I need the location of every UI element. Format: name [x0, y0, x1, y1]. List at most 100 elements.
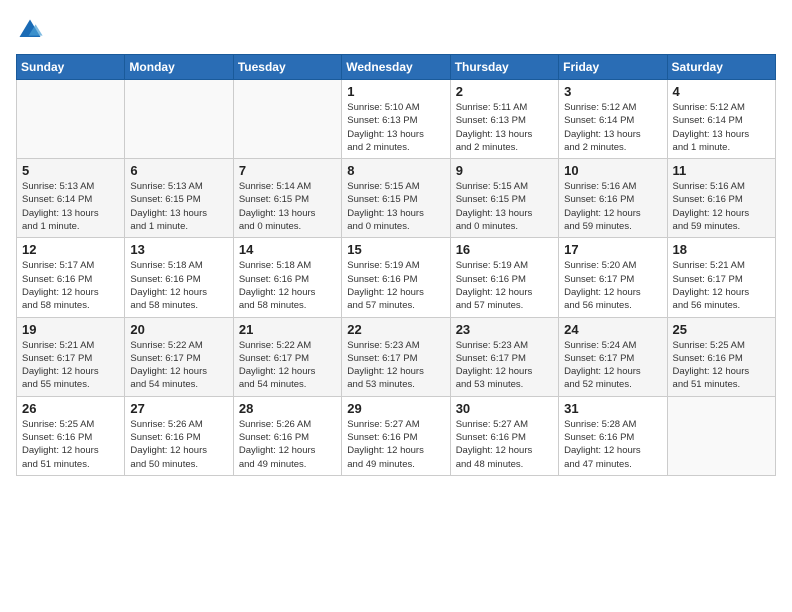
day-number: 15 — [347, 242, 444, 257]
calendar-week-row-2: 5 Sunrise: 5:13 AMSunset: 6:14 PMDaylight… — [17, 159, 776, 238]
day-info: Sunrise: 5:25 AMSunset: 6:16 PMDaylight:… — [22, 418, 119, 471]
weekday-header-tuesday: Tuesday — [233, 55, 341, 80]
calendar-cell: 22 Sunrise: 5:23 AMSunset: 6:17 PMDayligh… — [342, 317, 450, 396]
calendar-table: SundayMondayTuesdayWednesdayThursdayFrid… — [16, 54, 776, 476]
calendar-cell: 4 Sunrise: 5:12 AMSunset: 6:14 PMDaylight… — [667, 80, 775, 159]
calendar-cell: 9 Sunrise: 5:15 AMSunset: 6:15 PMDaylight… — [450, 159, 558, 238]
day-info: Sunrise: 5:16 AMSunset: 6:16 PMDaylight:… — [673, 180, 770, 233]
day-info: Sunrise: 5:23 AMSunset: 6:17 PMDaylight:… — [347, 339, 444, 392]
calendar-cell: 29 Sunrise: 5:27 AMSunset: 6:16 PMDayligh… — [342, 396, 450, 475]
logo — [16, 16, 48, 44]
day-info: Sunrise: 5:18 AMSunset: 6:16 PMDaylight:… — [239, 259, 336, 312]
calendar-cell: 25Sunrise: 5:25 AMSunset: 6:16 PMDayligh… — [667, 317, 775, 396]
day-info: Sunrise: 5:17 AMSunset: 6:16 PMDaylight:… — [22, 259, 119, 312]
day-info: Sunrise: 5:22 AMSunset: 6:17 PMDaylight:… — [130, 339, 227, 392]
calendar-cell — [125, 80, 233, 159]
calendar-week-row-3: 12 Sunrise: 5:17 AMSunset: 6:16 PMDayligh… — [17, 238, 776, 317]
calendar-cell: 21 Sunrise: 5:22 AMSunset: 6:17 PMDayligh… — [233, 317, 341, 396]
day-number: 9 — [456, 163, 553, 178]
calendar-cell: 18 Sunrise: 5:21 AMSunset: 6:17 PMDayligh… — [667, 238, 775, 317]
calendar-week-row-5: 26 Sunrise: 5:25 AMSunset: 6:16 PMDayligh… — [17, 396, 776, 475]
day-info: Sunrise: 5:14 AMSunset: 6:15 PMDaylight:… — [239, 180, 336, 233]
calendar-cell: 24 Sunrise: 5:24 AMSunset: 6:17 PMDayligh… — [559, 317, 667, 396]
calendar-cell: 15 Sunrise: 5:19 AMSunset: 6:16 PMDayligh… — [342, 238, 450, 317]
calendar-cell: 14 Sunrise: 5:18 AMSunset: 6:16 PMDayligh… — [233, 238, 341, 317]
day-info: Sunrise: 5:15 AMSunset: 6:15 PMDaylight:… — [456, 180, 553, 233]
calendar-cell: 17 Sunrise: 5:20 AMSunset: 6:17 PMDayligh… — [559, 238, 667, 317]
day-number: 17 — [564, 242, 661, 257]
weekday-header-row: SundayMondayTuesdayWednesdayThursdayFrid… — [17, 55, 776, 80]
day-number: 1 — [347, 84, 444, 99]
day-number: 28 — [239, 401, 336, 416]
day-info: Sunrise: 5:26 AMSunset: 6:16 PMDaylight:… — [130, 418, 227, 471]
day-number: 26 — [22, 401, 119, 416]
day-number: 31 — [564, 401, 661, 416]
day-info: Sunrise: 5:13 AMSunset: 6:14 PMDaylight:… — [22, 180, 119, 233]
day-number: 16 — [456, 242, 553, 257]
calendar-cell: 7 Sunrise: 5:14 AMSunset: 6:15 PMDaylight… — [233, 159, 341, 238]
calendar-cell: 12 Sunrise: 5:17 AMSunset: 6:16 PMDayligh… — [17, 238, 125, 317]
day-number: 21 — [239, 322, 336, 337]
weekday-header-thursday: Thursday — [450, 55, 558, 80]
calendar-cell: 28 Sunrise: 5:26 AMSunset: 6:16 PMDayligh… — [233, 396, 341, 475]
day-info: Sunrise: 5:26 AMSunset: 6:16 PMDaylight:… — [239, 418, 336, 471]
day-number: 23 — [456, 322, 553, 337]
day-info: Sunrise: 5:21 AMSunset: 6:17 PMDaylight:… — [22, 339, 119, 392]
day-info: Sunrise: 5:27 AMSunset: 6:16 PMDaylight:… — [456, 418, 553, 471]
day-info: Sunrise: 5:19 AMSunset: 6:16 PMDaylight:… — [347, 259, 444, 312]
calendar-cell: 5 Sunrise: 5:13 AMSunset: 6:14 PMDaylight… — [17, 159, 125, 238]
weekday-header-sunday: Sunday — [17, 55, 125, 80]
calendar-cell: 19 Sunrise: 5:21 AMSunset: 6:17 PMDayligh… — [17, 317, 125, 396]
calendar-cell: 10Sunrise: 5:16 AMSunset: 6:16 PMDayligh… — [559, 159, 667, 238]
day-number: 8 — [347, 163, 444, 178]
day-number: 24 — [564, 322, 661, 337]
day-info: Sunrise: 5:24 AMSunset: 6:17 PMDaylight:… — [564, 339, 661, 392]
day-info: Sunrise: 5:12 AMSunset: 6:14 PMDaylight:… — [673, 101, 770, 154]
day-number: 20 — [130, 322, 227, 337]
day-info: Sunrise: 5:12 AMSunset: 6:14 PMDaylight:… — [564, 101, 661, 154]
logo-icon — [16, 16, 44, 44]
day-number: 12 — [22, 242, 119, 257]
calendar-cell: 27Sunrise: 5:26 AMSunset: 6:16 PMDayligh… — [125, 396, 233, 475]
page-header — [16, 16, 776, 44]
calendar-cell: 13 Sunrise: 5:18 AMSunset: 6:16 PMDayligh… — [125, 238, 233, 317]
day-info: Sunrise: 5:15 AMSunset: 6:15 PMDaylight:… — [347, 180, 444, 233]
day-number: 6 — [130, 163, 227, 178]
day-number: 30 — [456, 401, 553, 416]
calendar-cell: 1Sunrise: 5:10 AMSunset: 6:13 PMDaylight… — [342, 80, 450, 159]
day-info: Sunrise: 5:22 AMSunset: 6:17 PMDaylight:… — [239, 339, 336, 392]
calendar-week-row-1: 1Sunrise: 5:10 AMSunset: 6:13 PMDaylight… — [17, 80, 776, 159]
calendar-cell: 26 Sunrise: 5:25 AMSunset: 6:16 PMDayligh… — [17, 396, 125, 475]
day-info: Sunrise: 5:27 AMSunset: 6:16 PMDaylight:… — [347, 418, 444, 471]
day-number: 13 — [130, 242, 227, 257]
day-info: Sunrise: 5:11 AMSunset: 6:13 PMDaylight:… — [456, 101, 553, 154]
day-number: 29 — [347, 401, 444, 416]
calendar-week-row-4: 19 Sunrise: 5:21 AMSunset: 6:17 PMDayligh… — [17, 317, 776, 396]
day-number: 3 — [564, 84, 661, 99]
calendar-cell: 11 Sunrise: 5:16 AMSunset: 6:16 PMDayligh… — [667, 159, 775, 238]
calendar-cell: 3 Sunrise: 5:12 AMSunset: 6:14 PMDaylight… — [559, 80, 667, 159]
day-number: 19 — [22, 322, 119, 337]
day-number: 14 — [239, 242, 336, 257]
calendar-cell: 23 Sunrise: 5:23 AMSunset: 6:17 PMDayligh… — [450, 317, 558, 396]
day-number: 11 — [673, 163, 770, 178]
day-number: 4 — [673, 84, 770, 99]
day-number: 7 — [239, 163, 336, 178]
day-number: 5 — [22, 163, 119, 178]
calendar-cell: 2Sunrise: 5:11 AMSunset: 6:13 PMDaylight… — [450, 80, 558, 159]
day-info: Sunrise: 5:23 AMSunset: 6:17 PMDaylight:… — [456, 339, 553, 392]
calendar-cell: 30 Sunrise: 5:27 AMSunset: 6:16 PMDayligh… — [450, 396, 558, 475]
day-info: Sunrise: 5:18 AMSunset: 6:16 PMDaylight:… — [130, 259, 227, 312]
day-number: 18 — [673, 242, 770, 257]
day-info: Sunrise: 5:21 AMSunset: 6:17 PMDaylight:… — [673, 259, 770, 312]
day-info: Sunrise: 5:20 AMSunset: 6:17 PMDaylight:… — [564, 259, 661, 312]
weekday-header-monday: Monday — [125, 55, 233, 80]
calendar-cell — [17, 80, 125, 159]
day-number: 22 — [347, 322, 444, 337]
day-info: Sunrise: 5:25 AMSunset: 6:16 PMDaylight:… — [673, 339, 770, 392]
weekday-header-friday: Friday — [559, 55, 667, 80]
calendar-cell: 8 Sunrise: 5:15 AMSunset: 6:15 PMDaylight… — [342, 159, 450, 238]
day-info: Sunrise: 5:16 AMSunset: 6:16 PMDaylight:… — [564, 180, 661, 233]
calendar-cell — [667, 396, 775, 475]
day-info: Sunrise: 5:28 AMSunset: 6:16 PMDaylight:… — [564, 418, 661, 471]
